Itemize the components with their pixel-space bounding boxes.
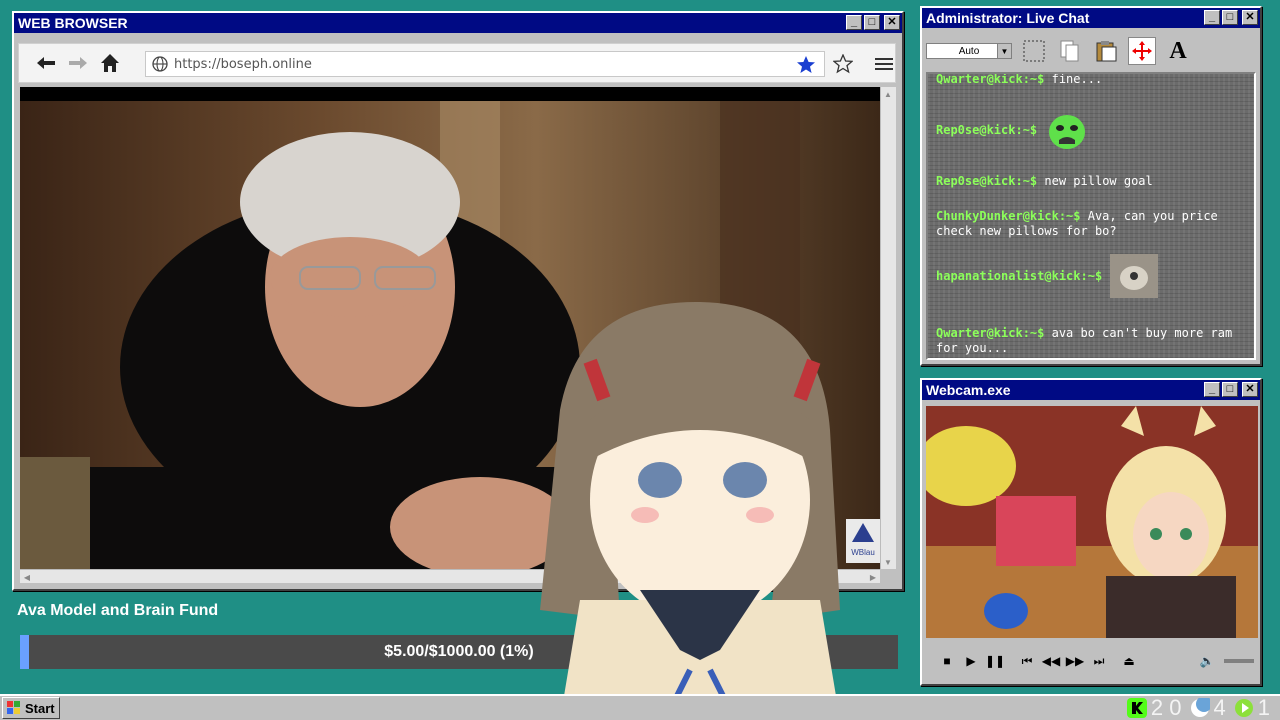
webcam-titlebar[interactable]: Webcam.exe _ □ ✕ bbox=[922, 380, 1260, 400]
chat-username: Qwarter@kick:~$ bbox=[936, 72, 1045, 86]
fund-progress-text: $5.00/$1000.00 (1%) bbox=[384, 643, 534, 660]
chat-window: Administrator: Live Chat _ □ ✕ Auto ▼ A … bbox=[920, 6, 1262, 366]
home-icon[interactable] bbox=[97, 50, 123, 76]
chat-toolbar: Auto ▼ A bbox=[924, 32, 1258, 70]
chat-text: new pillow goal bbox=[1044, 174, 1153, 188]
chat-message: Rep0se@kick:~$ bbox=[936, 110, 1250, 150]
close-button[interactable]: ✕ bbox=[1242, 10, 1258, 25]
close-button[interactable]: ✕ bbox=[1242, 382, 1258, 397]
browser-title: WEB BROWSER bbox=[18, 15, 128, 31]
windows-logo-icon bbox=[7, 701, 20, 714]
back-icon[interactable] bbox=[33, 50, 59, 76]
select-icon[interactable] bbox=[1020, 37, 1048, 65]
taskbar: Start 2 0 4 1 bbox=[0, 694, 1280, 720]
previous-icon[interactable]: ⏮ bbox=[1016, 650, 1038, 672]
maximize-button[interactable]: □ bbox=[1222, 10, 1238, 25]
kick-logo-icon bbox=[1126, 698, 1147, 718]
chat-message: Qwarter@kick:~$ fine... bbox=[936, 72, 1250, 87]
green-crying-emote-icon bbox=[1049, 115, 1086, 149]
chat-username: Qwarter@kick:~$ bbox=[936, 326, 1045, 340]
address-bar[interactable]: https://boseph.online bbox=[145, 51, 825, 77]
paste-icon[interactable] bbox=[1092, 37, 1120, 65]
volume-icon[interactable]: 🔈 bbox=[1196, 650, 1218, 672]
fund-progress-fill bbox=[20, 635, 29, 669]
volume-slider[interactable] bbox=[1224, 659, 1254, 663]
globe-icon bbox=[152, 56, 168, 72]
url-text: https://boseph.online bbox=[174, 56, 312, 72]
maximize-button[interactable]: □ bbox=[864, 15, 880, 30]
start-label: Start bbox=[25, 700, 55, 716]
maximize-button[interactable]: □ bbox=[1222, 382, 1238, 397]
vertical-scrollbar[interactable]: ▲ ▼ bbox=[880, 87, 896, 569]
start-button[interactable]: Start bbox=[2, 697, 60, 719]
moon-icon bbox=[1190, 698, 1210, 717]
chat-username: ChunkyDunker@kick:~$ bbox=[936, 209, 1081, 223]
bookmarked-star-icon[interactable] bbox=[796, 55, 816, 75]
play-icon[interactable]: ▶ bbox=[960, 650, 982, 672]
chat-message: hapanationalist@kick:~$ bbox=[936, 254, 1250, 298]
eject-icon[interactable]: ⏏ bbox=[1118, 650, 1140, 672]
tray-count-play: 1 bbox=[1257, 695, 1270, 720]
minimize-button[interactable]: _ bbox=[1204, 10, 1220, 25]
image-emote-icon bbox=[1110, 254, 1159, 298]
chat-username: hapanationalist@kick:~$ bbox=[936, 268, 1103, 283]
font-select[interactable]: Auto ▼ bbox=[926, 43, 1012, 59]
chat-message: Rep0se@kick:~$ new pillow goal bbox=[936, 174, 1250, 189]
webcam-feed bbox=[926, 406, 1258, 638]
next-icon[interactable]: ⏭ bbox=[1088, 650, 1110, 672]
menu-icon[interactable] bbox=[875, 56, 893, 77]
play-circle-icon bbox=[1234, 699, 1253, 717]
fund-title: Ava Model and Brain Fund bbox=[17, 602, 219, 619]
webcam-title: Webcam.exe bbox=[926, 382, 1011, 398]
fast-forward-icon[interactable]: ▶▶ bbox=[1064, 650, 1086, 672]
minimize-button[interactable]: _ bbox=[846, 15, 862, 30]
chevron-down-icon: ▼ bbox=[997, 44, 1011, 58]
minimize-button[interactable]: _ bbox=[1204, 382, 1220, 397]
font-icon[interactable]: A bbox=[1164, 37, 1192, 65]
copy-icon[interactable] bbox=[1056, 37, 1084, 65]
chat-title: Administrator: Live Chat bbox=[926, 10, 1090, 26]
font-select-value: Auto bbox=[958, 45, 980, 57]
chat-username: Rep0se@kick:~$ bbox=[936, 122, 1038, 137]
chat-titlebar[interactable]: Administrator: Live Chat _ □ ✕ bbox=[922, 8, 1260, 28]
forward-icon[interactable] bbox=[65, 50, 91, 76]
tray-count-moon: 4 bbox=[1213, 695, 1226, 720]
vtuber-avatar bbox=[520, 290, 860, 720]
chat-message: Qwarter@kick:~$ ava bo can't buy more ra… bbox=[936, 326, 1250, 356]
stop-icon[interactable]: ■ bbox=[936, 650, 958, 672]
webcam-window: Webcam.exe _ □ ✕ ■ ▶ ❚❚ ⏮ ◀◀ ▶▶ ⏭ ⏏ 🔈 bbox=[920, 378, 1262, 686]
close-button[interactable]: ✕ bbox=[884, 15, 900, 30]
media-controls: ■ ▶ ❚❚ ⏮ ◀◀ ▶▶ ⏭ ⏏ 🔈 bbox=[926, 642, 1258, 680]
chat-messages: Qwarter@kick:~$ fine... Rep0se@kick:~$ R… bbox=[926, 72, 1256, 360]
system-tray: 2 0 4 1 bbox=[1126, 695, 1274, 720]
tray-count-kick: 2 0 bbox=[1150, 695, 1182, 720]
pause-icon[interactable]: ❚❚ bbox=[984, 650, 1006, 672]
bookmark-star-icon[interactable] bbox=[832, 53, 854, 79]
chat-username: Rep0se@kick:~$ bbox=[936, 174, 1038, 188]
move-icon[interactable] bbox=[1128, 37, 1156, 65]
chat-message: ChunkyDunker@kick:~$ Ava, can you price … bbox=[936, 209, 1250, 239]
rewind-icon[interactable]: ◀◀ bbox=[1040, 650, 1062, 672]
chat-text: fine... bbox=[1051, 72, 1103, 86]
browser-titlebar[interactable]: WEB BROWSER _ □ ✕ bbox=[14, 13, 902, 33]
browser-toolbar: https://boseph.online bbox=[18, 43, 896, 83]
